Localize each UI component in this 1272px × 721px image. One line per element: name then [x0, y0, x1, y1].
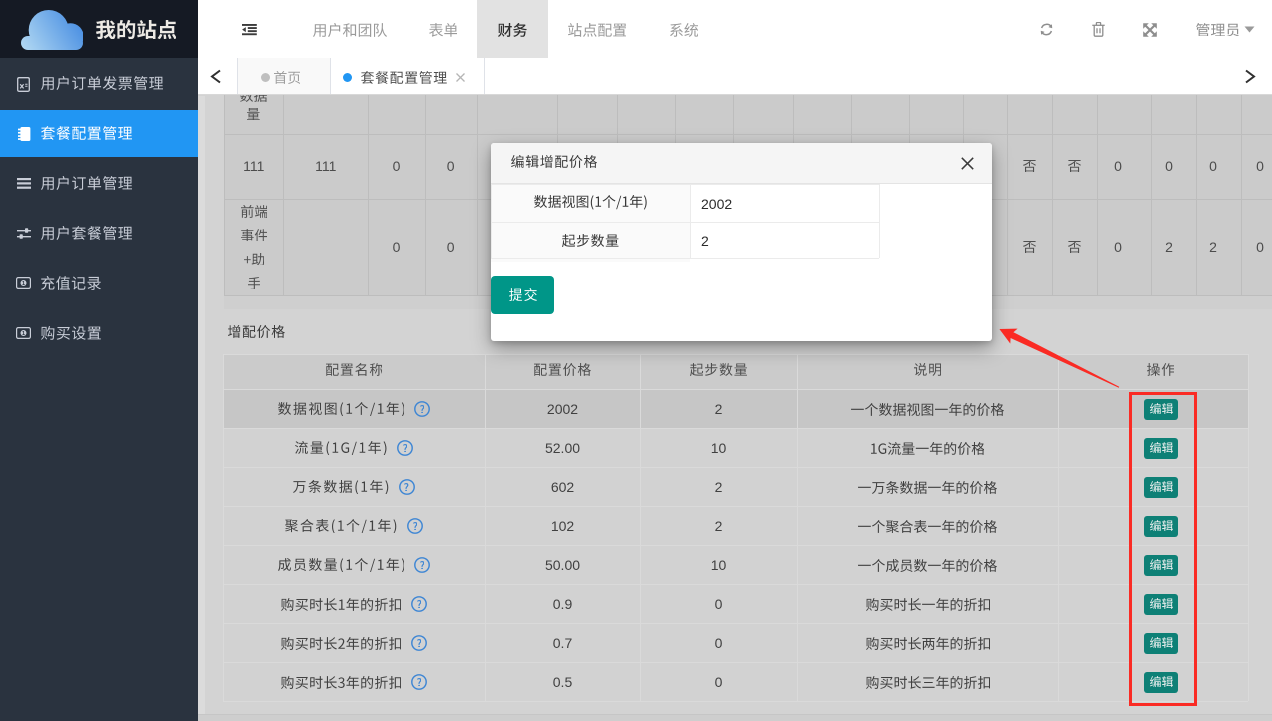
- svg-text:1: 1: [22, 281, 25, 287]
- svg-text:1: 1: [22, 331, 25, 337]
